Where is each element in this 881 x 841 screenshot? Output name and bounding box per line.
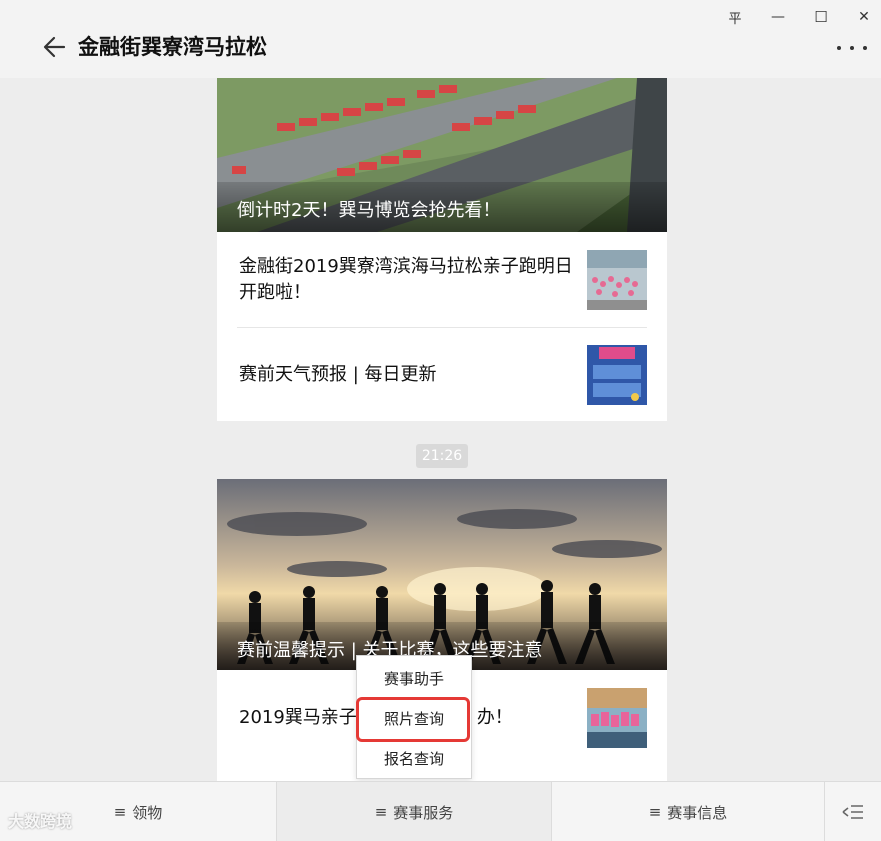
menu-lines-icon: ≡ — [648, 803, 662, 821]
pin-button[interactable]: 平 — [721, 6, 749, 28]
minimize-button[interactable]: — — [764, 6, 792, 28]
menu-lines-icon: ≡ — [113, 803, 127, 821]
service-popup-menu: 赛事助手 照片查询 报名查询 — [356, 655, 472, 779]
tab-label: 赛事服务 — [393, 803, 454, 822]
article-title-right: 办！ — [476, 706, 513, 728]
close-button[interactable]: ✕ — [850, 6, 878, 28]
pin-icon: 平 — [728, 11, 742, 27]
article-title: 金融街2019巽寮湾滨海马拉松亲子跑明日开跑啦！ — [239, 255, 573, 303]
title-bar: 金融街巽寮湾马拉松 平 — ☐ ✕ — [0, 0, 881, 78]
more-options-icon[interactable] — [837, 38, 867, 58]
hero-caption: 倒计时2天！巽马博览会抢先看！ — [217, 182, 667, 232]
switch-to-input-icon[interactable] — [825, 782, 881, 841]
menu-item-registration-search[interactable]: 报名查询 — [357, 738, 471, 778]
maximize-button[interactable]: ☐ — [807, 6, 835, 28]
article-item[interactable]: 金融街2019巽寮湾滨海马拉松亲子跑明日开跑啦！ — [217, 232, 667, 327]
article-item[interactable]: 赛前天气预报 | 每日更新 — [217, 327, 667, 422]
menu-item-photo-search[interactable]: 照片查询 — [357, 698, 471, 738]
tab-label: 领物 — [132, 803, 163, 822]
tab-event-info[interactable]: ≡ 赛事信息 — [552, 782, 825, 841]
article-title-left: 2019巽马亲子 — [239, 706, 357, 728]
tab-label: 赛事信息 — [667, 803, 728, 822]
timestamp-badge: 21:26 — [416, 444, 468, 468]
maximize-icon: ☐ — [814, 8, 828, 26]
back-arrow-icon[interactable] — [40, 32, 70, 62]
hero-article[interactable]: 赛前温馨提示 | 关于比赛，这些要注意 — [217, 479, 667, 670]
watermark-logo: 大数跨境 — [8, 812, 73, 831]
menu-item-event-assistant[interactable]: 赛事助手 — [357, 658, 471, 698]
article-thumbnail — [587, 250, 647, 310]
close-icon: ✕ — [858, 9, 870, 25]
article-thumbnail — [587, 345, 647, 405]
article-thumbnail — [587, 688, 647, 748]
tab-event-service[interactable]: ≡ 赛事服务 — [277, 782, 552, 841]
hero-article[interactable]: 倒计时2天！巽马博览会抢先看！ — [217, 78, 667, 232]
menu-lines-icon: ≡ — [374, 803, 388, 821]
article-card-1: 倒计时2天！巽马博览会抢先看！ 金融街2019巽寮湾滨海马拉松亲子跑明日开跑啦！… — [217, 78, 667, 421]
article-title: 赛前天气预报 | 每日更新 — [239, 363, 437, 385]
minimize-icon: — — [771, 9, 785, 25]
page-title: 金融街巽寮湾马拉松 — [78, 35, 267, 59]
bottom-menu-bar: ≡ 领物 ≡ 赛事服务 ≡ 赛事信息 — [0, 781, 881, 841]
